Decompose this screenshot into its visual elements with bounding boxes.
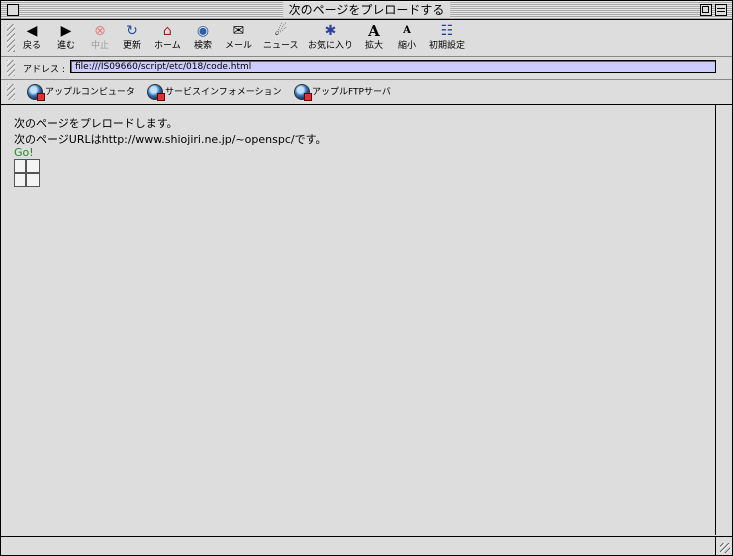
text-smaller-label: 縮小 [398, 41, 417, 51]
resize-grip[interactable] [715, 536, 732, 555]
favorite-apple-computer[interactable]: アップルコンピュータ [27, 84, 135, 101]
globe-icon [147, 84, 165, 101]
preferences-label: 初期設定 [429, 41, 466, 51]
forward-arrow-icon: ▶ [60, 23, 72, 39]
favorites-bar-grip[interactable] [7, 84, 15, 100]
favorites-label: お気に入り [308, 41, 354, 51]
address-input[interactable]: file:///IS09660/script/etc/018/code.html [70, 60, 716, 73]
address-bar-grip[interactable] [7, 60, 15, 76]
text-smaller-icon: A [403, 25, 411, 36]
page-content: 次のページをプレロードします。 次のページURLはhttp://www.shio… [1, 105, 715, 535]
favorites-folder-icon: ✱ [324, 23, 337, 39]
address-label: アドレス : [23, 65, 65, 75]
forward-button[interactable]: ▶ 進む [57, 23, 75, 51]
globe-icon [27, 84, 45, 101]
news-button[interactable]: ☄ ニュース [263, 23, 299, 51]
go-link[interactable]: Go! [14, 146, 34, 159]
mail-button[interactable]: ✉ メール [225, 23, 252, 51]
vertical-scrollbar[interactable] [715, 105, 732, 535]
refresh-icon: ↻ [126, 23, 138, 39]
refresh-label: 更新 [123, 41, 142, 51]
text-smaller-button[interactable]: A 縮小 [398, 23, 416, 51]
favorites-button[interactable]: ✱ お気に入り [308, 23, 353, 51]
mail-icon: ✉ [232, 23, 245, 39]
home-label: ホーム [154, 41, 181, 51]
preferences-icon: ☷ [440, 23, 454, 39]
favorite-apple-ftp-server[interactable]: アップルFTPサーバ [294, 84, 391, 101]
toolbar-grip[interactable] [7, 24, 15, 52]
back-label: 戻る [23, 41, 42, 51]
text-larger-icon: A [368, 22, 380, 40]
back-button[interactable]: ◀ 戻る [23, 23, 41, 51]
favorites-bar: アップルコンピュータ サービスインフォメーション アップルFTPサーバ [1, 80, 732, 105]
preload-message: 次のページをプレロードします。 [14, 117, 178, 130]
next-url-message: 次のページURLはhttp://www.shiojiri.ne.jp/~open… [14, 133, 327, 146]
collapse-box-button[interactable] [715, 4, 727, 16]
back-arrow-icon: ◀ [26, 23, 38, 39]
horizontal-scrollbar[interactable] [1, 536, 715, 555]
search-button[interactable]: ◉ 検索 [194, 23, 212, 51]
close-box-button[interactable] [7, 4, 19, 16]
zoom-box-button[interactable] [700, 4, 712, 16]
favorite-label: アップルFTPサーバ [312, 87, 391, 98]
address-bar: アドレス : file:///IS09660/script/etc/018/co… [1, 57, 732, 80]
refresh-button[interactable]: ↻ 更新 [123, 23, 141, 51]
stop-icon: ⊗ [94, 23, 106, 39]
preferences-button[interactable]: ☷ 初期設定 [429, 23, 465, 51]
mail-label: メール [225, 41, 253, 51]
toolbar: ◀ 戻る ▶ 進む ⊗ 中止 ↻ 更新 ⌂ ホーム ◉ 検索 ✉ メール ☄ ニ [1, 20, 732, 57]
favorite-label: アップルコンピュータ [45, 87, 135, 98]
news-icon: ☄ [274, 23, 288, 39]
news-label: ニュース [263, 41, 299, 51]
home-icon: ⌂ [162, 23, 172, 39]
window-title: 次のページをプレロードする [282, 2, 451, 18]
stop-label: 中止 [91, 41, 110, 51]
forward-label: 進む [57, 41, 76, 51]
globe-icon [294, 84, 312, 101]
stop-button[interactable]: ⊗ 中止 [91, 23, 109, 51]
text-larger-label: 拡大 [365, 41, 384, 51]
home-button[interactable]: ⌂ ホーム [154, 23, 181, 51]
search-label: 検索 [194, 41, 213, 51]
title-bar[interactable]: 次のページをプレロードする [1, 1, 732, 20]
favorite-service-information[interactable]: サービスインフォメーション [147, 84, 282, 101]
search-globe-icon: ◉ [196, 23, 210, 39]
favorite-label: サービスインフォメーション [165, 87, 282, 98]
browser-window: 次のページをプレロードする ◀ 戻る ▶ 進む ⊗ 中止 ↻ 更新 ⌂ ホーム … [0, 0, 733, 556]
text-larger-button[interactable]: A 拡大 [365, 23, 383, 51]
plugin-placeholder[interactable] [14, 159, 40, 187]
